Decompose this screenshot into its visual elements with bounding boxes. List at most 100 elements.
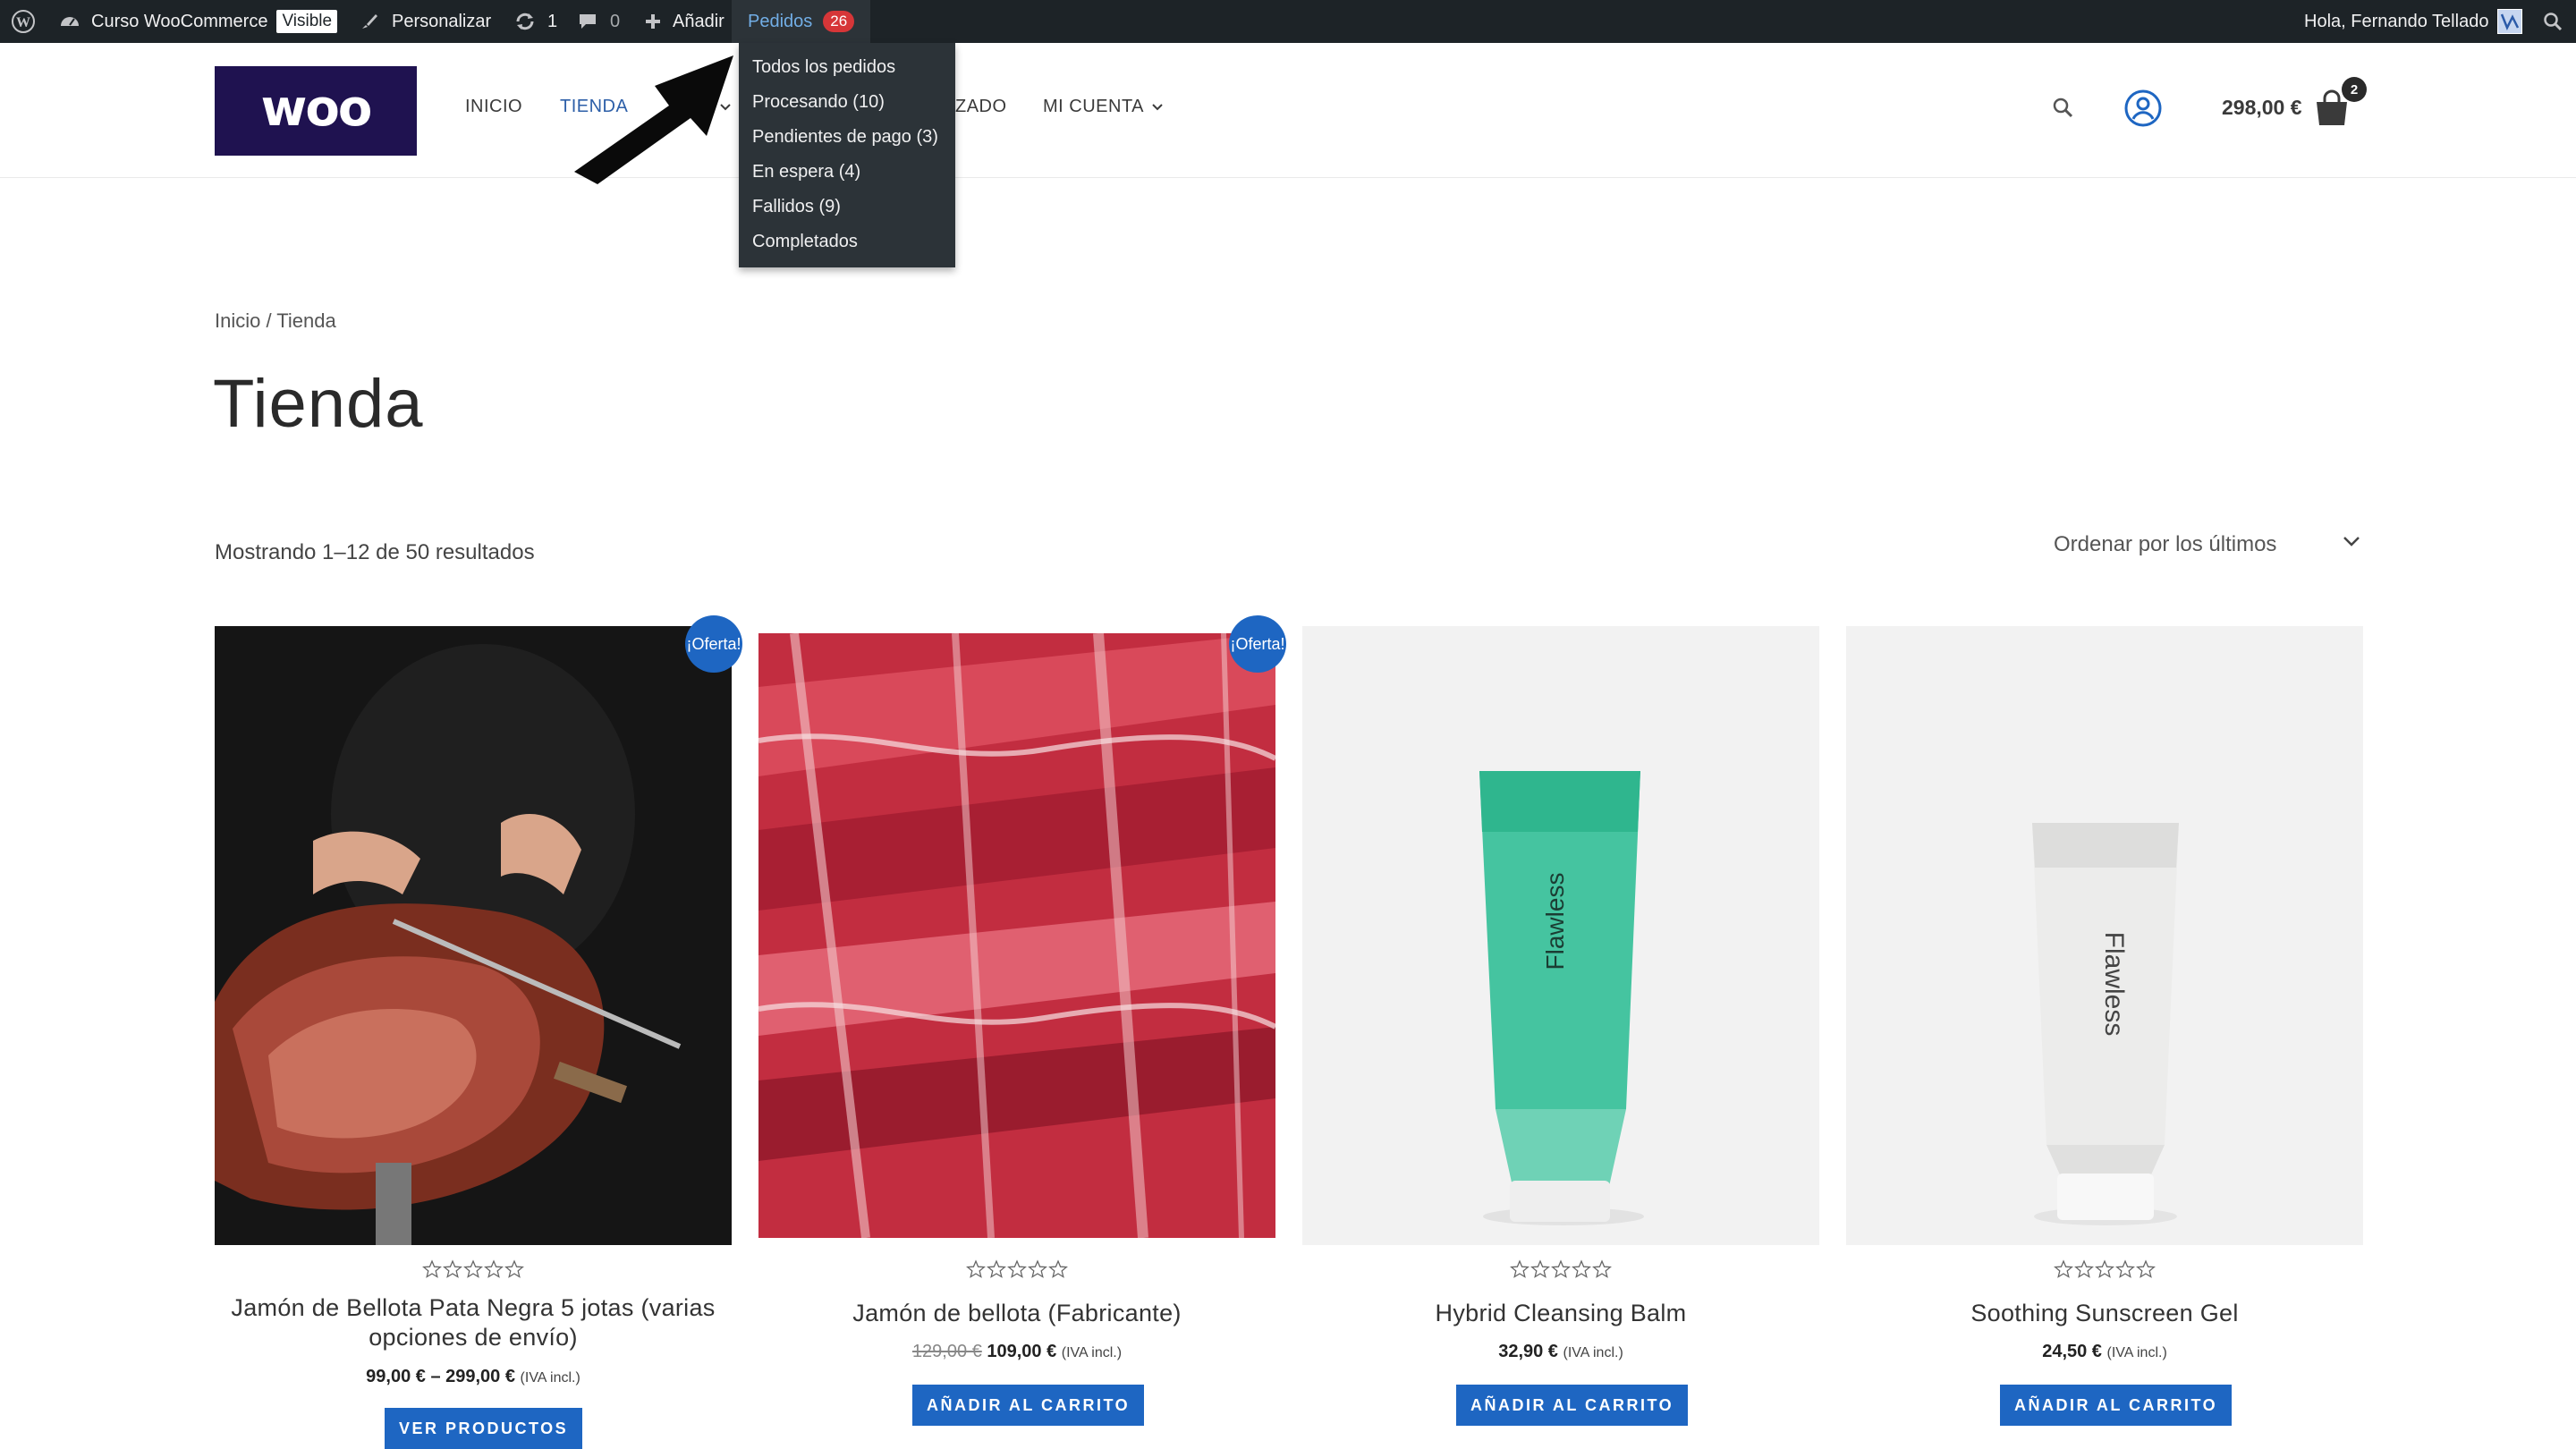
add-new-button[interactable]: Añadir [644,0,724,43]
star-outline-icon [2095,1259,2114,1278]
search-icon[interactable] [2542,0,2563,43]
comments-button[interactable]: 0 [578,0,620,43]
price-old: 129,00 € [911,1342,982,1361]
star-outline-icon [1007,1259,1027,1278]
star-outline-icon [1592,1259,1612,1278]
updates-count: 1 [547,11,558,31]
wordpress-logo-icon[interactable]: W [11,0,36,43]
page-title: Tienda [213,366,424,442]
site-header: woo INICIO TIENDA A ZADO MI CUENTA 298,0… [0,43,2576,178]
sale-badge: ¡Oferta! [1229,615,1286,673]
price-value: 24,50 € [2042,1342,2102,1361]
chevron-down-icon [2343,537,2360,547]
breadcrumb[interactable]: Inicio / Tienda [215,309,336,333]
star-outline-icon [2136,1259,2156,1278]
star-outline-icon [484,1259,504,1278]
site-name: Curso WooCommerce [91,11,268,31]
orders-menu-item-processing[interactable]: Procesando (10) [752,92,885,113]
user-greeting: Hola, Fernando Tellado [2304,11,2489,31]
user-account-menu[interactable]: Hola, Fernando Tellado [2304,0,2523,43]
product-card: ¡Oferta! Jamón de bellota (Fabricante) 1… [758,615,1286,1449]
view-products-button[interactable]: VER PRODUCTOS [385,1408,583,1449]
cart-count-badge: 2 [2342,77,2367,102]
plus-icon [644,13,662,30]
cart-total[interactable]: 298,00 € [2222,96,2302,120]
orders-menu-item-pending[interactable]: Pendientes de pago (3) [752,127,938,148]
customize-button[interactable]: Personalizar [360,0,491,43]
orders-count-badge: 26 [823,11,855,32]
orderby-select[interactable]: Ordenar por los últimos [2054,531,2361,558]
star-outline-icon [966,1259,986,1278]
search-icon[interactable] [2052,97,2075,120]
site-dashboard-icon [59,12,80,31]
star-outline-icon [2054,1259,2073,1278]
brush-icon [360,12,379,31]
star-outline-icon [1572,1259,1591,1278]
star-outline-icon [2115,1259,2135,1278]
svg-text:Flawless: Flawless [2099,932,2129,1037]
tax-note: (IVA incl.) [1563,1345,1623,1360]
price-value: 32,90 € [1498,1342,1558,1361]
star-outline-icon [443,1259,462,1278]
orders-menu-item-all[interactable]: Todos los pedidos [752,57,895,78]
orders-menu-item-completed[interactable]: Completados [752,232,858,252]
nav-item-partial-2[interactable]: ZADO [955,97,1007,117]
svg-text:W: W [16,15,30,30]
avatar [2497,9,2523,34]
rating-stars [1302,1259,1819,1279]
add-to-cart-button[interactable]: AÑADIR AL CARRITO [2000,1385,2233,1426]
product-image[interactable] [215,626,732,1245]
nav-mi-cuenta[interactable]: MI CUENTA [1043,97,1164,117]
orders-menu-item-failed[interactable]: Fallidos (9) [752,197,841,217]
star-outline-icon [2074,1259,2094,1278]
star-outline-icon [1530,1259,1550,1278]
orderby-value: Ordenar por los últimos [2054,532,2277,556]
chevron-down-icon [1152,103,1163,110]
add-to-cart-button[interactable]: AÑADIR AL CARRITO [1456,1385,1689,1426]
product-title[interactable]: Soothing Sunscreen Gel [1846,1299,2363,1328]
product-price: 24,50 € (IVA incl.) [1846,1342,2363,1362]
price-value: 99,00 € – 299,00 € [366,1367,515,1386]
price-value: 109,00 € [987,1342,1057,1361]
refresh-icon [513,11,537,32]
product-image[interactable]: Flawless [1846,626,2363,1245]
comments-count: 0 [610,11,621,31]
product-title[interactable]: Hybrid Cleansing Balm [1302,1299,1819,1328]
star-outline-icon [1028,1259,1047,1278]
site-menu[interactable]: Curso WooCommerce Visible [59,0,338,43]
star-outline-icon [422,1259,442,1278]
star-outline-icon [1048,1259,1068,1278]
customize-label: Personalizar [392,11,492,31]
woo-logo-icon: woo [261,84,373,138]
account-icon[interactable] [2123,89,2163,128]
rating-stars [215,1259,732,1279]
site-logo[interactable]: woo [215,66,417,156]
star-outline-icon [463,1259,483,1278]
product-card: Flawless Soothing Sunscreen Gel 24,50 € … [1846,626,2363,1449]
product-title[interactable]: Jamón de Bellota Pata Negra 5 jotas (var… [215,1293,732,1352]
result-count: Mostrando 1–12 de 50 resultados [215,540,535,564]
product-price: 32,90 € (IVA incl.) [1302,1342,1819,1362]
nav-inicio[interactable]: INICIO [465,97,522,117]
product-image[interactable] [758,633,1275,1238]
tax-note: (IVA incl.) [1061,1345,1123,1360]
orders-menu-button[interactable]: Pedidos 26 [732,0,871,43]
add-new-label: Añadir [673,11,724,31]
orders-menu-item-on-hold[interactable]: En espera (4) [752,162,860,182]
sale-badge: ¡Oferta! [685,615,742,673]
product-title[interactable]: Jamón de bellota (Fabricante) [758,1299,1275,1328]
updates-button[interactable]: 1 [513,0,557,43]
product-image[interactable]: Flawless [1302,626,1819,1245]
star-outline-icon [504,1259,524,1278]
add-to-cart-button[interactable]: AÑADIR AL CARRITO [912,1385,1145,1426]
tax-note: (IVA incl.) [520,1370,580,1385]
svg-text:woo: woo [261,84,371,138]
star-outline-icon [1551,1259,1571,1278]
product-card: ¡Oferta! Jamón de Bellota Pata Negra 5 j… [215,615,742,1449]
star-outline-icon [987,1259,1006,1278]
svg-text:Flawless: Flawless [1541,873,1569,970]
nav-mi-cuenta-label: MI CUENTA [1043,97,1145,116]
star-outline-icon [1510,1259,1530,1278]
product-price: 99,00 € – 299,00 € (IVA incl.) [215,1367,732,1387]
annotation-arrow-icon [574,55,733,184]
